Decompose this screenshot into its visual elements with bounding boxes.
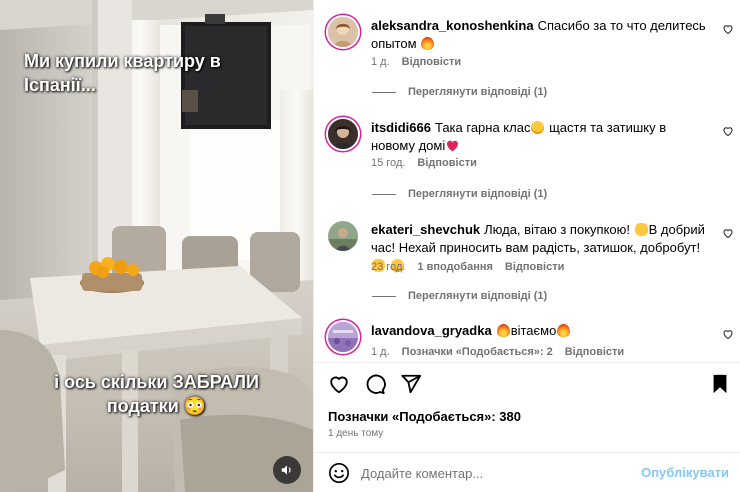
fire-emoji-icon (496, 324, 510, 337)
comment-like-heart-icon[interactable] (722, 328, 734, 340)
comment-meta: 1 д. Відповісти (371, 56, 461, 68)
comment-input[interactable] (361, 463, 641, 483)
video-caption-bottom-line1: і ось скільки ЗАБРАЛИ (54, 372, 259, 392)
video-caption-top: Ми купили квартиру в Іспанії... (24, 51, 221, 95)
likes-count[interactable]: Позначки «Подобається»: 380 (328, 409, 521, 424)
comments-list[interactable]: aleksandra_konoshenkina Спасибо за то что… (314, 0, 740, 362)
replies-divider (372, 295, 396, 297)
reply-button[interactable]: Відповісти (402, 56, 461, 68)
post-video[interactable]: Ми купили квартиру в Іспанії... і ось ск… (0, 0, 313, 492)
add-comment-bar: Опублікувати (314, 452, 740, 492)
view-replies-label: Переглянути відповіді (1) (408, 188, 548, 200)
replies-divider (372, 91, 396, 93)
view-replies-button[interactable]: Переглянути відповіді (1) (372, 86, 547, 98)
replies-divider (372, 193, 396, 195)
comment-username[interactable]: aleksandra_konoshenkina (371, 18, 534, 33)
comment-likes-count[interactable]: Позначки «Подобається»: 2 (402, 346, 553, 358)
avatar[interactable] (328, 119, 358, 149)
comment-text: lavandova_gryadka вітаємо (371, 322, 706, 340)
fire-emoji-icon (421, 37, 435, 50)
sound-toggle-button[interactable] (273, 456, 301, 484)
paper-plane-icon[interactable] (400, 373, 422, 395)
view-replies-button[interactable]: Переглянути відповіді (1) (372, 290, 547, 302)
post-modal: Ми купили квартиру в Іспанії... і ось ск… (0, 0, 740, 492)
comment-body: Така гарна клас (434, 120, 531, 135)
reply-button[interactable]: Відповісти (505, 261, 564, 273)
comment-age: 15 год. (371, 157, 406, 169)
comment-username[interactable]: itsdidi666 (371, 120, 431, 135)
raising-hands-emoji-icon (634, 223, 648, 236)
comment-meta: 1 д. Позначки «Подобається»: 2 Відповіст… (371, 346, 624, 358)
reply-button[interactable]: Відповісти (565, 346, 624, 358)
comment-age: 1 д. (371, 56, 390, 68)
reply-button[interactable]: Відповісти (417, 157, 476, 169)
comment-like-heart-icon[interactable] (722, 23, 734, 35)
star-struck-emoji-icon (531, 121, 545, 134)
comment-body: Люда, вітаю з покупкою! (484, 222, 634, 237)
comment-body: вітаємо (510, 323, 557, 338)
comment-icon[interactable] (364, 373, 386, 395)
avatar[interactable] (328, 322, 358, 352)
comment-age: 1 д. (371, 346, 390, 358)
speaker-icon (281, 465, 291, 475)
comment-meta: 23 год. 1 вподобання Відповісти (371, 261, 564, 273)
comment-likes-count[interactable]: 1 вподобання (417, 261, 492, 273)
comment-username[interactable]: lavandova_gryadka (371, 323, 492, 338)
publish-button[interactable]: Опублікувати (641, 465, 729, 480)
bookmark-icon[interactable] (709, 373, 731, 395)
comment-text: aleksandra_konoshenkina Спасибо за то что… (371, 17, 706, 53)
avatar[interactable] (328, 17, 358, 47)
comment-text: itsdidi666 Така гарна клас щастя та затиш… (371, 119, 706, 155)
avatar[interactable] (328, 221, 358, 251)
post-actions: Позначки «Подобається»: 380 1 день тому (314, 362, 740, 442)
comment-age: 23 год. (371, 261, 406, 273)
comment-meta: 15 год. Відповісти (371, 157, 477, 169)
heart-icon[interactable] (328, 373, 350, 395)
view-replies-label: Переглянути відповіді (1) (408, 290, 548, 302)
fire-emoji-icon (557, 324, 571, 337)
video-caption-bottom: і ось скільки ЗАБРАЛИ податки 😳 (0, 370, 313, 418)
red-heart-emoji-icon (447, 140, 459, 152)
action-icons (328, 373, 422, 395)
view-replies-label: Переглянути відповіді (1) (408, 86, 548, 98)
post-side-panel: aleksandra_konoshenkina Спасибо за то что… (313, 0, 740, 492)
comment-like-heart-icon[interactable] (722, 227, 734, 239)
view-replies-button[interactable]: Переглянути відповіді (1) (372, 188, 547, 200)
smiley-icon[interactable] (328, 462, 350, 484)
comment-username[interactable]: ekateri_shevchuk (371, 222, 480, 237)
post-timestamp[interactable]: 1 день тому (328, 428, 383, 439)
comment-like-heart-icon[interactable] (722, 125, 734, 137)
video-caption-bottom-line2: податки 😳 (106, 396, 207, 416)
